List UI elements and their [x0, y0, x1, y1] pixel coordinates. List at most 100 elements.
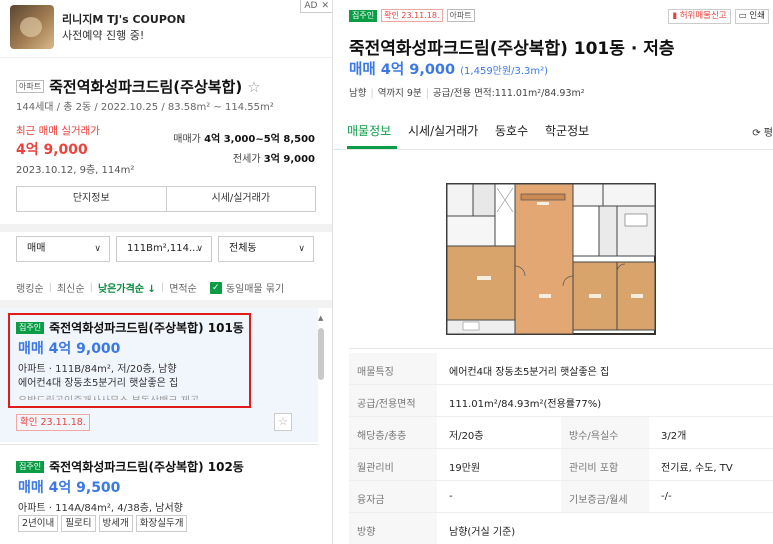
chevron-down-icon: ∨ [94, 244, 101, 254]
active-tab-indicator [347, 146, 397, 149]
scrollbar-thumb[interactable] [318, 328, 324, 380]
sort-low-price[interactable]: 낮은가격순 ↓ [93, 280, 161, 295]
owner-tag: 집주인 [349, 9, 378, 22]
area-select[interactable]: 111Bm²,114... ∨ [116, 236, 212, 262]
ad-subtitle[interactable]: 사전예약 진행 중! [62, 27, 144, 43]
tab-market-price[interactable]: 시세/실거래가 [408, 122, 478, 139]
dong-value: 전체동 [229, 243, 257, 254]
sort-bar: 랭킹순 | 최신순 | 낮은가격순 ↓ | 면적순 ✓ 동일매물 묶기 [16, 280, 284, 295]
detail-price: 매매 4억 9,000 (1,459만원/3.3m²) [349, 58, 548, 79]
area-value: 111Bm²,114... [127, 243, 199, 254]
info-row-floor: 해당층/총층 저/20층 방수/욕실수 3/2개 [349, 417, 773, 449]
floor-plan-image[interactable] [437, 176, 663, 342]
info-value: 에어컨4대 장동초5분거리 햇살좋은 집 [449, 367, 610, 378]
tab-unit-number[interactable]: 동호수 [495, 122, 528, 139]
listing-price-value: 4억 9,500 [48, 480, 121, 496]
sort-ranking[interactable]: 랭킹순 [16, 280, 49, 295]
feature-chip: 2년이내 [18, 515, 59, 532]
favorite-star-icon[interactable]: ☆ [274, 413, 292, 431]
deal-type-select[interactable]: 매매 ∨ [16, 236, 110, 262]
info-value: 저/20층 [449, 431, 484, 442]
info-key: 기보증금/월세 [569, 495, 628, 506]
scroll-up-icon[interactable]: ▲ [318, 314, 323, 322]
info-value: - [449, 491, 453, 502]
left-panel: 리니지M TJ's COUPON 사전예약 진행 중! AD ✕ 아파트 죽전역… [0, 0, 333, 544]
sort-latest[interactable]: 최신순 [52, 280, 90, 295]
info-key: 매물특징 [357, 367, 394, 378]
complex-meta: 144세대 / 총 2동 / 2022.10.25 / 83.58m² ~ 11… [16, 102, 274, 113]
info-key: 공급/전용면적 [357, 399, 416, 410]
complex-title-row: 아파트 죽전역화성파크드림(주상복합) ☆ [16, 76, 261, 97]
market-price-button[interactable]: 시세/실거래가 [165, 187, 316, 211]
false-listing-report-button[interactable]: ▮ 허위매물신고 [668, 9, 731, 24]
ad-label: AD [304, 1, 318, 11]
ad-close-icon[interactable]: ✕ [321, 0, 329, 12]
property-type-tag: 아파트 [16, 80, 45, 93]
deal-type-value: 매매 [27, 243, 46, 254]
feature-chip: 방세개 [98, 515, 133, 532]
dong-select[interactable]: 전체동 ∨ [218, 236, 314, 262]
sale-price-value: 4억 3,000~5억 8,500 [204, 134, 315, 145]
favorite-star-icon[interactable]: ☆ [247, 78, 260, 96]
jeonse-price-value: 3억 9,000 [263, 154, 315, 165]
detail-meta: 남향 | 역까지 9분 | 공급/전용 면적:111.01m²/84.93m² [349, 88, 585, 99]
listing-item[interactable]: 집주인 죽전역화성파크드림(주상복합) 101동 매매 4억 9,000 아파트… [0, 308, 318, 442]
app-root: 리니지M TJ's COUPON 사전예약 진행 중! AD ✕ 아파트 죽전역… [0, 0, 773, 544]
same-listing-bundle-label[interactable]: 동일매물 묶기 [226, 280, 284, 295]
listing-deal-type: 매매 [18, 480, 44, 496]
info-value: 전기료, 수도, TV [661, 463, 733, 474]
info-key: 관리비 포함 [569, 463, 619, 474]
info-row-area: 공급/전용면적 111.01m²/84.93m²(전용률77%) [349, 385, 773, 417]
sale-price-label: 매매가 [173, 134, 201, 145]
property-type-tag: 아파트 [446, 9, 475, 22]
tab-listing-info[interactable]: 매물정보 [347, 122, 391, 139]
complex-info-button[interactable]: 단지정보 [17, 187, 166, 211]
listing-price: 매매 4억 9,500 [18, 477, 120, 497]
recent-price-label: 최근 매매 실거래가 [16, 125, 100, 137]
chevron-down-icon: ∨ [196, 244, 203, 254]
recent-price-date: 2023.10.12, 9층, 114m² [16, 165, 135, 176]
ad-badge: AD ✕ [300, 0, 332, 13]
ad-thumbnail[interactable] [10, 5, 54, 49]
info-key: 방수/욕실수 [569, 431, 619, 442]
ad-banner[interactable]: 리니지M TJ's COUPON 사전예약 진행 중! AD ✕ [0, 0, 332, 58]
detail-panel: 집주인 확인 23.11.18. 아파트 ▮ 허위매물신고 ▭ 인쇄 죽전역화성… [333, 0, 773, 544]
tab-school-info[interactable]: 학군정보 [545, 122, 589, 139]
listing-item[interactable]: 집주인 죽전역화성파크드림(주상복합) 102동 매매 4억 9,500 아파트… [0, 444, 318, 544]
feature-chip: 화장실두개 [135, 515, 188, 532]
detail-price-value: 4억 9,000 [380, 62, 456, 78]
info-key: 방향 [357, 527, 376, 538]
section-divider [349, 348, 773, 349]
complex-title: 죽전역화성파크드림(주상복합) [49, 78, 243, 96]
info-row-feature: 매물특징 에어컨4대 장동초5분거리 햇살좋은 집 [349, 353, 773, 385]
listing-name[interactable]: 죽전역화성파크드림(주상복합) 102동 [49, 458, 244, 475]
listing-scrollbar[interactable]: ▲ [316, 312, 326, 544]
info-value: 19만원 [449, 463, 481, 474]
listing-feature-chips: 2년이내 필로티 방세개 화장실두개 [18, 515, 188, 532]
info-key: 융자금 [357, 495, 385, 506]
checkbox-checked-icon[interactable]: ✓ [209, 281, 222, 294]
area-unit-toggle[interactable]: ⟳ 평 [752, 124, 773, 139]
info-row-direction: 방향 남향(거실 기준) [349, 513, 773, 544]
report-label: 허위매물신고 [679, 11, 727, 21]
siren-icon: ▮ [672, 11, 677, 21]
print-label: 인쇄 [749, 11, 765, 21]
sort-area[interactable]: 면적순 [164, 280, 202, 295]
owner-tag: 집주인 [16, 460, 45, 473]
ad-title[interactable]: 리니지M TJ's COUPON [62, 11, 185, 27]
recent-price-value: 4억 9,000 [16, 142, 88, 158]
listing-list: 집주인 죽전역화성파크드림(주상복합) 101동 매매 4억 9,000 아파트… [0, 308, 332, 544]
listing-spec: 아파트 · 114A/84m², 4/38층, 남서향 [18, 503, 183, 514]
detail-tabs: 매물정보 시세/실거래가 동호수 학군정보 ⟳ 평 [333, 110, 773, 150]
floor-plan-drawing [437, 176, 663, 342]
sale-price-range: 매매가 4억 3,000~5억 8,500 [173, 130, 315, 145]
confirm-date-tag: 확인 23.11.18. [381, 9, 443, 22]
meta-direction: 남향 [349, 88, 367, 99]
detail-deal-type: 매매 [349, 62, 376, 78]
confirm-date-tag: 확인 23.11.18. [16, 414, 90, 431]
print-button[interactable]: ▭ 인쇄 [734, 9, 769, 24]
info-key: 해당층/총층 [357, 431, 407, 442]
listing-title-row: 집주인 죽전역화성파크드림(주상복합) 102동 [16, 458, 244, 475]
info-value: -/- [661, 491, 672, 502]
chevron-down-icon: ∨ [298, 244, 305, 254]
